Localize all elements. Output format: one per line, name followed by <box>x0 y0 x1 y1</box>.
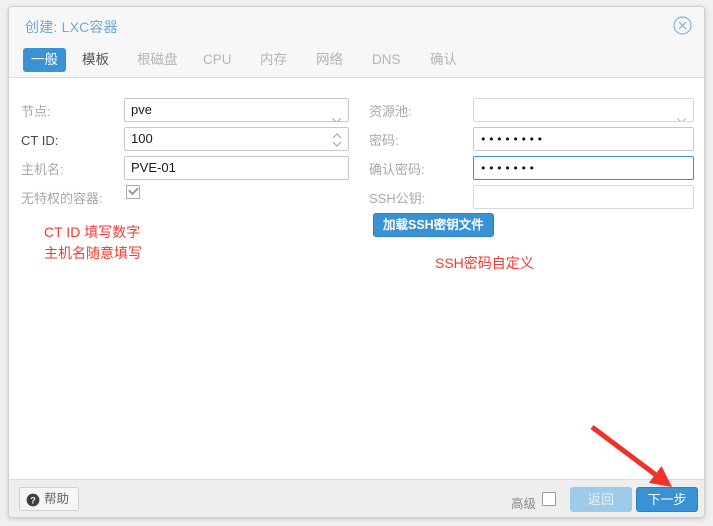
tab-network[interactable]: 网络 <box>308 48 351 72</box>
tab-bar: 一般 模板 根磁盘 CPU 内存 网络 DNS 确认 <box>9 45 704 78</box>
spinner-arrows-icon[interactable] <box>332 132 342 148</box>
pool-select[interactable] <box>473 98 694 122</box>
annotation-ctid-note: CT ID 填写数字 <box>44 222 140 242</box>
chevron-down-icon <box>332 108 341 113</box>
node-value: pve <box>131 102 152 117</box>
ssh-public-key-input[interactable] <box>473 185 694 209</box>
tab-template[interactable]: 模板 <box>74 48 117 72</box>
hostname-value: PVE-01 <box>131 160 176 175</box>
annotation-ssh-note: SSH密码自定义 <box>435 253 534 273</box>
ctid-value: 100 <box>131 131 153 146</box>
hostname-input[interactable]: PVE-01 <box>124 156 349 180</box>
label-ssh-public-key: SSH公钥: <box>369 192 425 205</box>
close-icon[interactable] <box>673 16 692 35</box>
advanced-label: 高级 <box>511 493 536 512</box>
confirm-password-value: ••••••• <box>480 162 537 175</box>
tab-confirm[interactable]: 确认 <box>422 48 465 72</box>
label-ctid: CT ID: <box>21 134 58 147</box>
advanced-checkbox[interactable] <box>542 492 556 506</box>
tab-rootdisk[interactable]: 根磁盘 <box>129 48 186 72</box>
ctid-stepper[interactable]: 100 <box>124 127 349 151</box>
screen: 创建: LXC容器 一般 模板 根磁盘 CPU 内存 网络 DNS 确认 节点: <box>0 0 713 526</box>
label-hostname: 主机名: <box>21 163 64 176</box>
label-unprivileged: 无特权的容器: <box>21 192 103 205</box>
tab-dns[interactable]: DNS <box>364 48 409 72</box>
help-button[interactable]: ? 帮助 <box>19 487 79 511</box>
dialog-titlebar: 创建: LXC容器 <box>9 7 704 45</box>
tab-cpu[interactable]: CPU <box>195 48 240 72</box>
create-lxc-dialog: 创建: LXC容器 一般 模板 根磁盘 CPU 内存 网络 DNS 确认 节点: <box>8 6 705 518</box>
help-label: 帮助 <box>44 492 69 506</box>
label-confirm-password: 确认密码: <box>369 163 425 176</box>
label-pool: 资源池: <box>369 105 412 118</box>
dialog-footer: ? 帮助 高级 返回 下一步 <box>9 479 704 517</box>
svg-text:?: ? <box>30 495 36 505</box>
label-node: 节点: <box>21 105 51 118</box>
label-password: 密码: <box>369 134 399 147</box>
dialog-title: 创建: LXC容器 <box>25 17 118 37</box>
load-ssh-key-file-button[interactable]: 加载SSH密钥文件 <box>373 213 494 237</box>
tab-memory[interactable]: 内存 <box>252 48 295 72</box>
password-input[interactable]: •••••••• <box>473 127 694 151</box>
node-select[interactable]: pve <box>124 98 349 122</box>
chevron-down-icon <box>677 108 686 113</box>
confirm-password-input[interactable]: ••••••• <box>473 156 694 180</box>
unprivileged-checkbox[interactable] <box>126 185 140 199</box>
tab-general[interactable]: 一般 <box>23 48 66 72</box>
dialog-body: 节点: pve CT ID: 100 主机名: PVE-01 <box>9 78 704 481</box>
password-value: •••••••• <box>480 133 545 146</box>
next-button[interactable]: 下一步 <box>636 487 698 512</box>
question-mark-icon: ? <box>26 492 40 506</box>
annotation-hostname-note: 主机名随意填写 <box>44 243 142 263</box>
back-button[interactable]: 返回 <box>570 487 632 512</box>
